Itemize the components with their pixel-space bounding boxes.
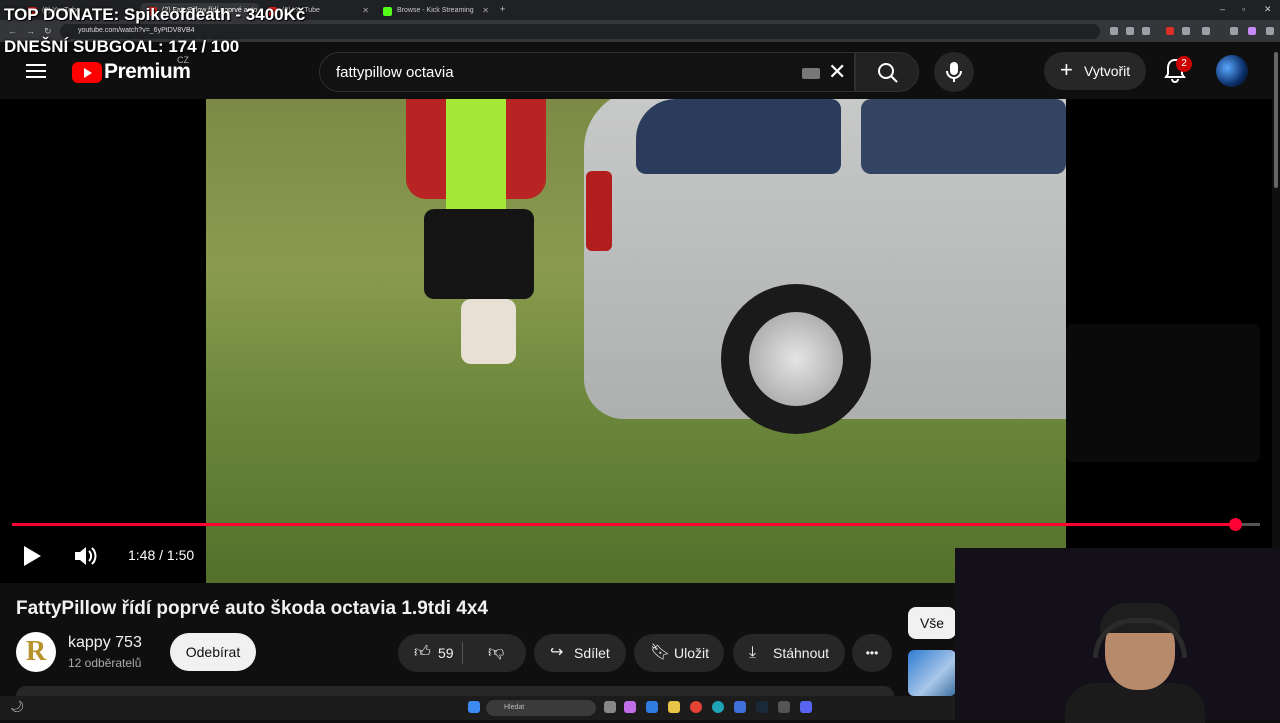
- chrome-icon[interactable]: [690, 701, 702, 713]
- search-box[interactable]: fattypillow octavia ✕: [319, 52, 855, 92]
- sidebar-icon[interactable]: [1230, 27, 1238, 35]
- more-actions-button[interactable]: •••: [852, 634, 892, 672]
- tab-title: Browse - Kick Streaming: [397, 7, 474, 14]
- channel-name[interactable]: kappy 753: [68, 634, 142, 652]
- thumbs-down-icon[interactable]: 👎︎: [488, 634, 504, 672]
- notification-badge: 2: [1176, 56, 1192, 72]
- account-avatar[interactable]: [1216, 55, 1248, 87]
- profile-icon[interactable]: [1248, 27, 1256, 35]
- file-explorer-icon[interactable]: [646, 701, 658, 713]
- new-tab-icon[interactable]: +: [500, 4, 505, 14]
- reload-icon[interactable]: ↻: [44, 26, 52, 37]
- kick-favicon-icon: [383, 7, 392, 16]
- cast-icon[interactable]: [1126, 27, 1134, 35]
- browser-tab[interactable]: Browse - Kick Streaming ✕: [375, 3, 495, 20]
- divider: [462, 642, 463, 664]
- steam-icon[interactable]: [756, 701, 768, 713]
- back-icon[interactable]: ←: [8, 26, 17, 36]
- progress-fill: [12, 523, 1236, 526]
- plus-icon: +: [1060, 57, 1073, 82]
- related-video-thumbnail[interactable]: [908, 650, 956, 696]
- subgoal-overlay: DNEŠNÍ SUBGOAL: 174 / 100: [4, 37, 240, 56]
- download-label: Stáhnout: [773, 645, 830, 661]
- volume-icon[interactable]: [72, 543, 98, 569]
- forward-icon[interactable]: →: [26, 26, 35, 36]
- windows-taskbar: 🌙︎ Hledat: [0, 696, 955, 720]
- share-button[interactable]: ↪ Sdílet: [534, 634, 626, 672]
- play-icon[interactable]: [24, 546, 41, 566]
- discord-icon[interactable]: [800, 701, 812, 713]
- voice-search-button[interactable]: [934, 52, 974, 92]
- save-label: Uložit: [674, 645, 710, 661]
- person-image: [406, 99, 556, 364]
- taskbar-search[interactable]: Hledat: [486, 700, 596, 716]
- webcam-overlay: [955, 548, 1280, 723]
- video-player[interactable]: 1:48 / 1:50: [0, 99, 1272, 583]
- bookmark-icon: 🔖︎: [650, 644, 671, 661]
- chip-all[interactable]: Vše: [908, 607, 956, 639]
- top-donate-overlay: TOP DONATE: Spikeofdeath - 3400Kč: [4, 5, 306, 24]
- app-icon[interactable]: [734, 701, 746, 713]
- search-icon: [878, 63, 898, 83]
- menu-dots-icon[interactable]: [1266, 27, 1274, 35]
- zoom-icon[interactable]: [1110, 27, 1118, 35]
- unsubscribe-button[interactable]: Odebírat: [170, 633, 256, 671]
- folder-icon[interactable]: [668, 701, 680, 713]
- download-icon: ⤓: [749, 644, 757, 661]
- extension-icon[interactable]: [1166, 27, 1174, 35]
- keyboard-icon[interactable]: [802, 68, 820, 79]
- search-button[interactable]: [855, 52, 919, 92]
- video-frame[interactable]: [206, 99, 1066, 583]
- subscriber-count: 12 odběratelů: [68, 656, 142, 670]
- channel-avatar[interactable]: R: [16, 632, 56, 672]
- maximize-icon[interactable]: ▫: [1242, 4, 1245, 14]
- taskbar-search-placeholder: Hledat: [504, 704, 525, 711]
- minimize-icon[interactable]: –: [1220, 4, 1225, 14]
- save-button[interactable]: 🔖︎ Uložit: [634, 634, 724, 672]
- widgets-icon[interactable]: [624, 701, 636, 713]
- video-title: FattyPillow řídí poprvé auto škoda octav…: [16, 598, 488, 619]
- youtube-logo-icon[interactable]: [72, 62, 102, 83]
- time-display: 1:48 / 1:50: [128, 547, 195, 563]
- close-window-icon[interactable]: ✕: [1264, 4, 1272, 15]
- end-screen-card[interactable]: [1066, 324, 1260, 462]
- menu-hamburger-icon[interactable]: [26, 64, 46, 78]
- close-tab-icon[interactable]: ✕: [482, 6, 489, 15]
- url-text: youtube.com/watch?v=_6yPtDV8VB4: [78, 27, 195, 34]
- close-tab-icon[interactable]: ✕: [362, 6, 369, 15]
- share-label: Sdílet: [574, 645, 610, 661]
- car-window: [861, 99, 1066, 174]
- scrollbar-thumb[interactable]: [1274, 52, 1278, 188]
- like-dislike-group: 👍︎ 59 👎︎: [398, 634, 526, 672]
- edge-icon[interactable]: [712, 701, 724, 713]
- bookmark-star-icon[interactable]: [1142, 27, 1150, 35]
- like-count[interactable]: 59: [438, 634, 454, 672]
- create-button[interactable]: + Vytvořit: [1044, 52, 1146, 90]
- scrubber-handle[interactable]: [1229, 518, 1243, 531]
- car-window: [636, 99, 841, 174]
- microphone-icon: [946, 62, 962, 82]
- windows-start-icon[interactable]: [468, 701, 480, 713]
- extension-icon[interactable]: [1182, 27, 1190, 35]
- create-label: Vytvořit: [1084, 63, 1131, 79]
- thumbs-up-icon[interactable]: 👍︎: [414, 634, 431, 672]
- search-input[interactable]: fattypillow octavia: [336, 64, 454, 81]
- weather-moon-icon[interactable]: 🌙︎: [10, 700, 24, 713]
- share-icon: ↪: [550, 644, 564, 661]
- task-view-icon[interactable]: [604, 701, 616, 713]
- download-button[interactable]: ⤓ Stáhnout: [733, 634, 845, 672]
- progress-bar[interactable]: [12, 518, 1260, 531]
- app-icon[interactable]: [778, 701, 790, 713]
- clear-search-icon[interactable]: ✕: [828, 59, 846, 85]
- extensions-puzzle-icon[interactable]: [1202, 27, 1210, 35]
- car-wheel: [721, 284, 871, 434]
- car-taillight: [586, 171, 612, 251]
